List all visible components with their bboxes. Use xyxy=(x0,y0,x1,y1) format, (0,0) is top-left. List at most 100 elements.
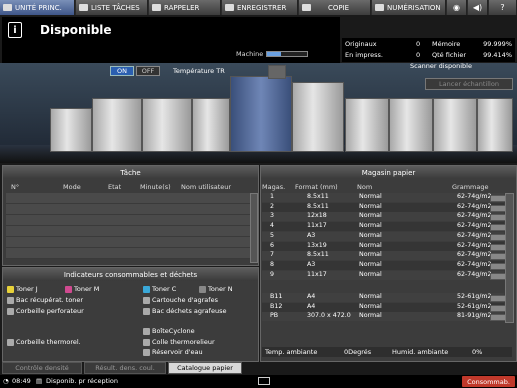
tray-row[interactable]: B12 A4 Normal 52-61g/m2 xyxy=(262,302,506,312)
job-col-user: Nom utilisateur xyxy=(181,183,232,191)
job-row[interactable] xyxy=(6,226,252,237)
counter-panel: Originaux 0 Mémoire 99.999% En impress. … xyxy=(342,38,515,62)
tray-level-icon xyxy=(490,253,506,261)
machine-feeder-3 xyxy=(192,98,230,152)
tray-row[interactable]: B11 A4 Normal 52-61g/m2 xyxy=(262,293,506,302)
waste-toner: Bac récupérat. toner xyxy=(7,296,83,304)
tray-weight: 62-74g/m2 xyxy=(457,251,492,259)
machine-feeder-1 xyxy=(92,98,142,152)
binder-glue: Colle thermorelieur xyxy=(143,338,215,346)
counter-row-2: En impress. 0 Qté fichier 99.414% xyxy=(345,51,512,59)
scan-icon xyxy=(375,4,384,11)
tray-row[interactable]: 3 12x18 Normal 62-74g/m2 xyxy=(262,212,506,222)
job-row[interactable] xyxy=(6,193,252,204)
tab-copy[interactable]: COPIE xyxy=(299,0,371,15)
on-button[interactable]: ON xyxy=(110,66,134,76)
tray-level-icon xyxy=(490,224,506,232)
temperature-label: Température TR xyxy=(173,67,225,75)
tray-size: 8.5x11 xyxy=(307,193,329,200)
tray-level-icon xyxy=(490,243,506,251)
tab-density-control[interactable]: Contrôle densité xyxy=(2,362,82,374)
tab-save[interactable]: ENREGISTRER xyxy=(222,0,298,15)
staple-icon xyxy=(143,296,150,304)
save-icon xyxy=(225,4,234,11)
tray-name: Normal xyxy=(359,193,382,200)
machine-progress-bar xyxy=(266,51,308,57)
tab-recall[interactable]: RAPPELER xyxy=(149,0,221,15)
tray-weight: 62-74g/m2 xyxy=(457,212,492,220)
speaker-icon[interactable]: ◀) xyxy=(468,0,488,15)
tray-id: 9 xyxy=(270,270,275,278)
tray-id: 1 xyxy=(270,193,275,200)
tray-row[interactable]: 2 8.5x11 Normal 62-74g/m2 xyxy=(262,202,506,212)
tray-weight: 81-91g/m2 xyxy=(457,312,492,320)
tray-row[interactable]: 5 A3 Normal 62-74g/m2 xyxy=(262,231,506,241)
tray-col-size: Format (mm) xyxy=(295,183,338,191)
job-row[interactable] xyxy=(6,215,252,226)
job-row[interactable] xyxy=(6,204,252,215)
tray-row[interactable]: 6 13x19 Normal 62-74g/m2 xyxy=(262,241,506,251)
tray-name: Normal xyxy=(359,251,382,259)
tab-color-density-result[interactable]: Résult. dens. coul. xyxy=(84,362,166,374)
tab-paper-catalog[interactable]: Catalogue papier xyxy=(168,362,242,374)
tray-id: 8 xyxy=(270,260,275,268)
tray-row[interactable]: 7 8.5x11 Normal 62-74g/m2 xyxy=(262,251,506,261)
tray-weight: 62-74g/m2 xyxy=(457,231,492,239)
toner-m: Toner M xyxy=(65,285,99,293)
job-panel-title: Tâche xyxy=(3,166,258,179)
environment-bar: Temp. ambiante 0Degrés Humid. ambiante 0… xyxy=(262,347,512,357)
consumables-title: Indicateurs consommables et déchets xyxy=(3,268,258,281)
job-row[interactable] xyxy=(6,248,252,259)
tray-weight: 52-61g/m2 xyxy=(457,293,492,300)
printer-icon xyxy=(3,4,12,11)
job-row[interactable] xyxy=(6,237,252,248)
staple-waste: Bac déchets agrafeuse xyxy=(143,307,226,315)
machine-feeder-2 xyxy=(142,98,192,152)
job-col-mode: Mode xyxy=(63,183,81,191)
job-col-state: Etat xyxy=(108,183,122,191)
tray-name: Normal xyxy=(359,270,382,278)
tray-weight: 62-74g/m2 xyxy=(457,270,492,278)
copy-icon xyxy=(302,4,311,11)
tab-scan[interactable]: NUMÉRISATION xyxy=(372,0,446,15)
tray-size: 11x17 xyxy=(307,222,327,230)
machine-progress-fill xyxy=(267,52,281,56)
binder-icon xyxy=(7,338,14,346)
keyboard-icon[interactable] xyxy=(258,377,270,385)
toner-icon xyxy=(7,285,14,293)
tray-name: Normal xyxy=(359,212,382,220)
tray-row[interactable]: 1 8.5x11 Normal 62-74g/m2 xyxy=(262,193,506,202)
machine-feeder-left xyxy=(50,108,92,152)
tab-main-unit[interactable]: UNITÉ PRINC. xyxy=(0,0,75,15)
tray-size: 307.0 x 472.0 xyxy=(307,312,351,320)
tray-size: 11x17 xyxy=(307,270,327,278)
tray-id: 4 xyxy=(270,222,275,230)
tray-row[interactable]: 4 11x17 Normal 62-74g/m2 xyxy=(262,222,506,232)
tray-row[interactable]: 8 A3 Normal 62-74g/m2 xyxy=(262,260,506,270)
tray-scrollbar[interactable] xyxy=(505,193,514,323)
tab-job-list[interactable]: LISTE TÂCHES xyxy=(76,0,148,15)
tray-name: Normal xyxy=(359,260,382,268)
machine-finisher-4 xyxy=(477,98,513,152)
thermal-binder-waste: Corbeille thermorel. xyxy=(7,338,81,346)
off-button[interactable]: OFF xyxy=(136,66,160,76)
tray-id: 7 xyxy=(270,251,275,259)
waste-toner-icon xyxy=(7,296,14,304)
consumables-alert-badge[interactable]: Consommab. xyxy=(462,376,515,387)
machine-finisher-2 xyxy=(389,98,433,152)
globe-icon[interactable]: ◉ xyxy=(447,0,467,15)
tray-row[interactable]: PB 307.0 x 472.0 Normal 81-91g/m2 xyxy=(262,312,506,322)
tray-weight: 62-74g/m2 xyxy=(457,260,492,268)
tray-row[interactable]: 9 11x17 Normal 62-74g/m2 xyxy=(262,270,506,280)
punch-icon xyxy=(7,307,14,315)
toner-k: Toner N xyxy=(199,285,233,293)
job-scrollbar[interactable] xyxy=(250,193,258,263)
tray-id: B11 xyxy=(270,293,283,300)
info-icon: i xyxy=(8,22,22,38)
tray-col-name: Nom xyxy=(357,183,373,191)
sample-button[interactable]: Lancer échantillon xyxy=(425,78,513,90)
tray-size: A3 xyxy=(307,231,316,239)
paper-tray-title: Magasin papier xyxy=(261,166,516,179)
help-icon[interactable]: ? xyxy=(489,0,517,15)
tray-name: Normal xyxy=(359,302,382,310)
